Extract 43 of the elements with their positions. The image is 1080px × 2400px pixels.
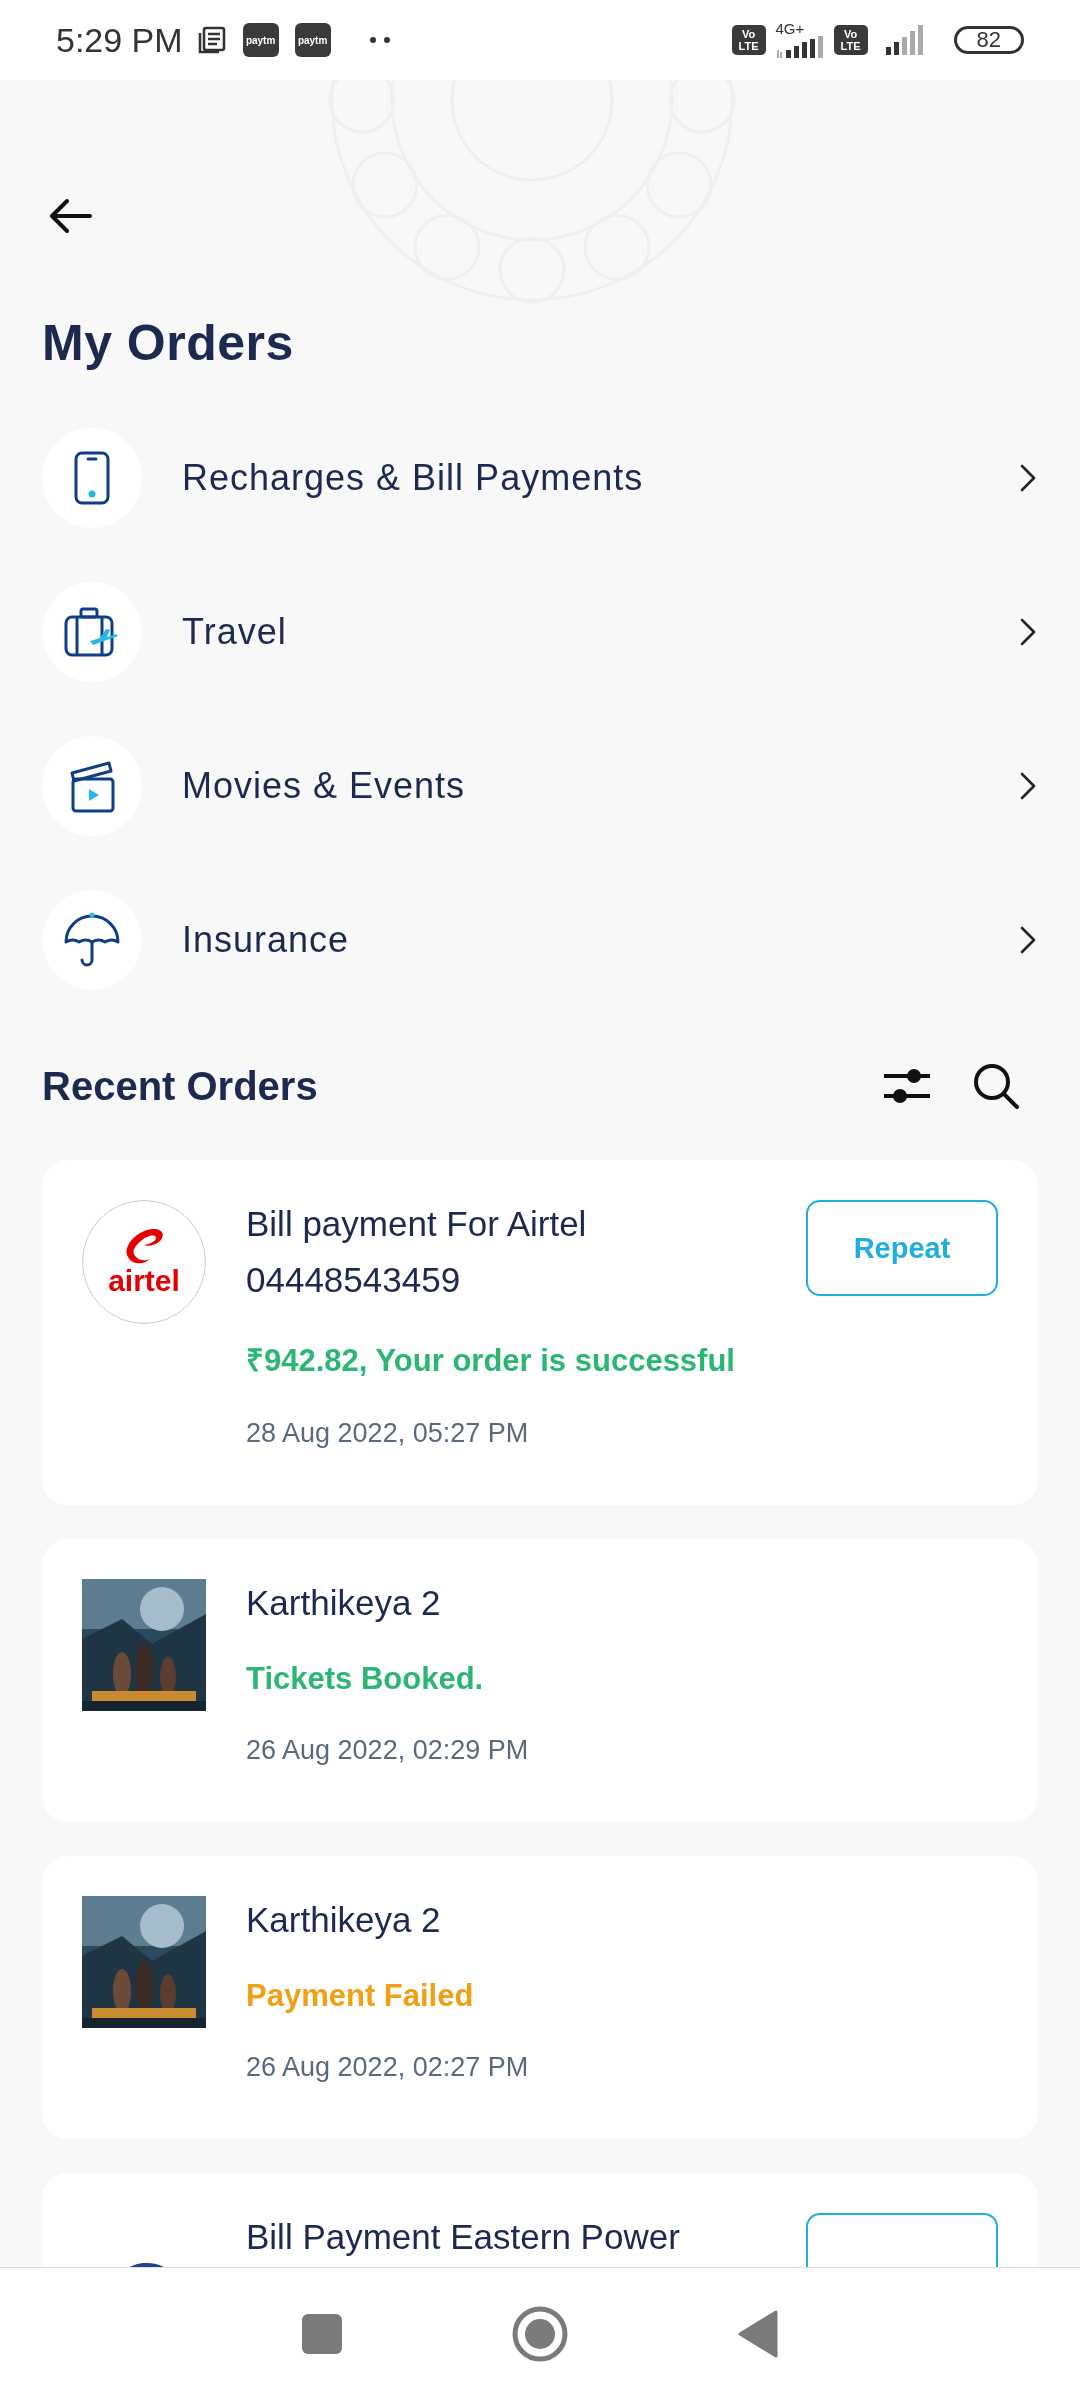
order-title: Karthikeya 2: [246, 1582, 442, 1624]
chevron-right-icon: [1020, 772, 1036, 800]
category-item[interactable]: Travel: [42, 582, 1038, 682]
umbrella-icon: [63, 912, 121, 968]
order-card[interactable]: Karthikeya 2 Payment Failed 26 Aug 2022, 02:27 PM: [42, 1856, 1038, 2139]
order-card[interactable]: Bill Payment Eastern Power: [42, 2173, 1038, 2267]
volte-icon: Vo LTE: [731, 25, 766, 55]
order-title: Bill payment For Airtel 04448543459: [246, 1203, 588, 1301]
chevron-right-icon: [1020, 464, 1036, 492]
battery-icon: 82: [953, 26, 1024, 54]
clapperboard-icon: [69, 759, 115, 813]
chevron-right-icon: [1020, 618, 1036, 646]
back-nav-button[interactable]: [738, 2310, 778, 2358]
home-button[interactable]: [512, 2306, 568, 2362]
order-title: Karthikeya 2: [246, 1899, 442, 1941]
order-status: Payment Failed: [246, 1978, 475, 2014]
phone-icon: [74, 451, 110, 505]
more-notifications-icon: [368, 36, 391, 44]
category-item[interactable]: Recharges & Bill Payments: [42, 428, 1038, 528]
logo-text: airtel: [108, 1265, 180, 1297]
app-notification-icon: paytm: [242, 23, 279, 57]
order-status: Tickets Booked.: [246, 1661, 485, 1697]
chevron-right-icon: [1020, 926, 1036, 954]
category-item[interactable]: Movies & Events: [42, 736, 1038, 836]
page-title: My Orders: [42, 314, 295, 372]
order-date: 26 Aug 2022, 02:29 PM: [246, 1735, 530, 1766]
back-button[interactable]: [48, 198, 92, 234]
status-time: 5:29 PM: [56, 20, 183, 60]
order-title: Bill Payment Eastern Power: [246, 2216, 681, 2258]
order-card[interactable]: Karthikeya 2 Tickets Booked. 26 Aug 2022, 02:29 PM: [42, 1539, 1038, 1822]
network-type: 4G+: [775, 22, 805, 36]
app-notification-icon: paytm: [294, 23, 331, 57]
volte-icon: Vo LTE: [833, 25, 868, 55]
order-card[interactable]: airtel Bill payment For Airtel 04448543459 ₹942.82, Your order is successful 28 Aug 2022, 05:27 PM Repeat: [42, 1160, 1038, 1505]
suitcase-plane-icon: [64, 607, 120, 657]
section-title: Recent Orders: [42, 1063, 319, 1109]
category-item[interactable]: Insurance: [42, 890, 1038, 990]
order-status: ₹942.82, Your order is successful: [246, 1342, 736, 1380]
order-date: 28 Aug 2022, 05:27 PM: [246, 1418, 530, 1449]
order-date: 26 Aug 2022, 02:27 PM: [246, 2052, 530, 2083]
search-button[interactable]: [972, 1062, 1020, 1110]
signal-icon: [775, 36, 824, 58]
news-icon: [196, 25, 227, 55]
